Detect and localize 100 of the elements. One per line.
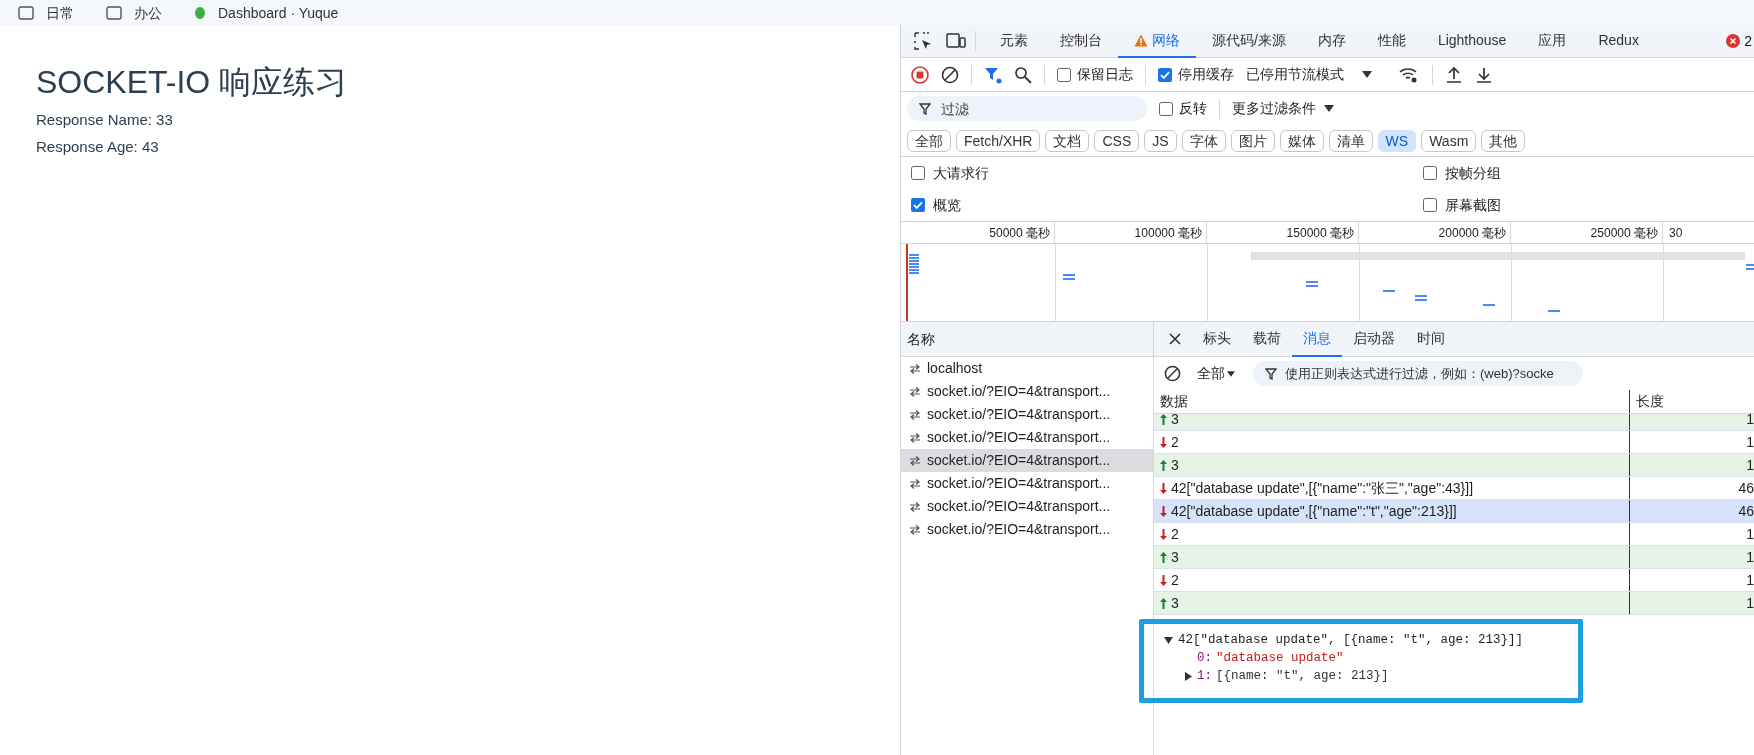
message-data: 3 <box>1171 547 1179 567</box>
option-checkbox[interactable] <box>911 198 925 212</box>
property-value: [{name: "t", age: 213}] <box>1216 668 1389 685</box>
type-filter-chip[interactable]: 媒体 <box>1279 129 1324 152</box>
bookmark[interactable]: 日常 <box>18 4 74 22</box>
detail-tab[interactable]: 启动器 <box>1342 321 1406 357</box>
message-row[interactable]: 3 1 <box>1154 592 1754 615</box>
timeline-tick-label: 50000 毫秒 <box>989 224 1050 242</box>
message-length: 46 <box>1738 501 1754 521</box>
type-filter-chip[interactable]: WS <box>1377 129 1417 152</box>
preserve-log-checkbox[interactable] <box>1057 67 1071 82</box>
type-filter-chip[interactable]: 文档 <box>1045 129 1090 152</box>
checkbox-label: 按帧分组 <box>1445 163 1501 183</box>
websocket-icon <box>909 363 921 374</box>
timeline-tick-label: 150000 毫秒 <box>1286 224 1354 242</box>
message-length: 1 <box>1746 455 1754 475</box>
type-filter-chip[interactable]: CSS <box>1094 129 1140 152</box>
type-filter-chip[interactable]: 字体 <box>1181 129 1226 152</box>
clear-icon[interactable] <box>1164 365 1181 382</box>
message-row[interactable]: 42["database update",[{"name":"t","age":213}]] 46 <box>1154 500 1754 523</box>
devtools-tab[interactable]: 源代码/来源 <box>1196 24 1302 58</box>
timeline-tick-label: 200000 毫秒 <box>1438 224 1506 242</box>
option-checkbox[interactable] <box>911 166 925 180</box>
device-icon[interactable] <box>945 32 967 50</box>
message-data: 3 <box>1171 455 1179 475</box>
message-data: 2 <box>1171 524 1179 544</box>
detail-tab[interactable]: 消息 <box>1292 321 1342 357</box>
type-filter-chip[interactable]: 其他 <box>1481 129 1526 152</box>
search-icon[interactable] <box>1014 65 1032 84</box>
expand-toggle-icon[interactable] <box>1184 671 1193 681</box>
type-filter-chip[interactable]: 图片 <box>1230 129 1275 152</box>
record-icon[interactable] <box>911 65 929 84</box>
error-icon <box>1726 34 1741 48</box>
arrow-down-icon <box>1160 574 1167 586</box>
filter-icon[interactable] <box>984 65 1002 84</box>
close-icon[interactable] <box>1168 332 1182 346</box>
devtools-tab[interactable]: Lighthouse <box>1421 24 1523 58</box>
type-filter-chip[interactable]: Wasm <box>1421 129 1477 152</box>
column-header[interactable]: 长度 <box>1630 390 1754 413</box>
upload-icon[interactable] <box>1445 65 1463 84</box>
response-text: Response Name: 33 <box>36 110 174 130</box>
request-row[interactable]: socket.io/?EIO=4&transport... <box>901 449 1153 472</box>
download-icon[interactable] <box>1475 65 1493 84</box>
response-text: Response Age: 43 <box>36 137 160 157</box>
message-row[interactable]: 2 1 <box>1154 569 1754 592</box>
devtools-tab[interactable]: Redux <box>1582 24 1655 58</box>
checkbox-label: 屏幕截图 <box>1445 195 1501 215</box>
filter-field[interactable]: 过滤 <box>907 96 1147 121</box>
bookmark[interactable]: 办公 <box>106 4 162 22</box>
type-filter-chip[interactable]: JS <box>1144 129 1177 152</box>
devtools-tab[interactable]: 网络 <box>1118 24 1196 58</box>
message-data: 3 <box>1171 593 1179 613</box>
message-row[interactable]: 3 1 <box>1154 454 1754 477</box>
devtools-tab[interactable]: 应用 <box>1522 24 1583 58</box>
message-length: 1 <box>1746 432 1754 452</box>
detail-tab[interactable]: 时间 <box>1406 321 1456 357</box>
clear-icon[interactable] <box>941 65 959 84</box>
invert-checkbox[interactable] <box>1159 101 1173 116</box>
checkbox-label: 大请求行 <box>933 163 989 183</box>
detail-tab[interactable]: 标头 <box>1192 321 1242 357</box>
websocket-icon <box>909 455 921 466</box>
websocket-icon <box>909 478 921 489</box>
column-header[interactable]: 数据 <box>1154 390 1630 413</box>
bookmark[interactable]: Dashboard · Yuque <box>194 4 339 22</box>
type-filter-chip[interactable]: Fetch/XHR <box>956 129 1041 152</box>
message-data: 3 <box>1171 414 1179 429</box>
message-length: 1 <box>1746 414 1754 429</box>
option-checkbox[interactable] <box>1423 166 1437 180</box>
option-checkbox[interactable] <box>1423 198 1437 212</box>
type-filter-chip[interactable]: 全部 <box>907 129 951 152</box>
message-row[interactable]: 3 1 <box>1154 414 1754 431</box>
caret-icon <box>1227 370 1235 377</box>
devtools-tab[interactable]: 元素 <box>984 24 1044 58</box>
more-filters-dropdown[interactable]: 更多过滤条件 <box>1232 98 1334 119</box>
message-row[interactable]: 2 1 <box>1154 523 1754 546</box>
caret-icon <box>1324 105 1334 112</box>
checkbox-label: 反转 <box>1179 99 1207 118</box>
message-row[interactable]: 42["database update",[{"name":"张三","age":43}]] 46 <box>1154 477 1754 500</box>
message-type-dropdown[interactable]: 全部 <box>1197 363 1235 384</box>
websocket-icon <box>909 432 921 443</box>
type-filter-chip[interactable]: 清单 <box>1328 129 1373 152</box>
inspect-icon[interactable] <box>913 31 933 51</box>
devtools-tab[interactable]: 内存 <box>1301 24 1362 58</box>
expand-toggle-icon[interactable] <box>1164 635 1173 645</box>
disable-cache-checkbox[interactable] <box>1158 67 1172 82</box>
caret-icon <box>1362 71 1372 78</box>
property-key: 1: <box>1197 667 1212 685</box>
message-row[interactable]: 3 1 <box>1154 546 1754 569</box>
throttle-dropdown[interactable]: 已停用节流模式 <box>1246 64 1372 85</box>
detail-tab[interactable]: 载荷 <box>1242 321 1292 357</box>
arrow-down-icon <box>1160 505 1167 517</box>
message-row[interactable]: 2 1 <box>1154 431 1754 454</box>
error-count[interactable]: 2 <box>1744 30 1752 52</box>
websocket-icon <box>909 409 921 420</box>
timeline-tick-label: 250000 毫秒 <box>1590 224 1658 242</box>
devtools-tab[interactable]: 控制台 <box>1044 24 1118 58</box>
message-filter-field[interactable]: 使用正则表达式进行过滤，例如：(web)?socke <box>1253 361 1583 386</box>
devtools-tab[interactable]: 性能 <box>1361 24 1422 58</box>
column-header[interactable]: 名称 <box>901 322 1153 357</box>
property-key: 0: <box>1197 649 1212 667</box>
